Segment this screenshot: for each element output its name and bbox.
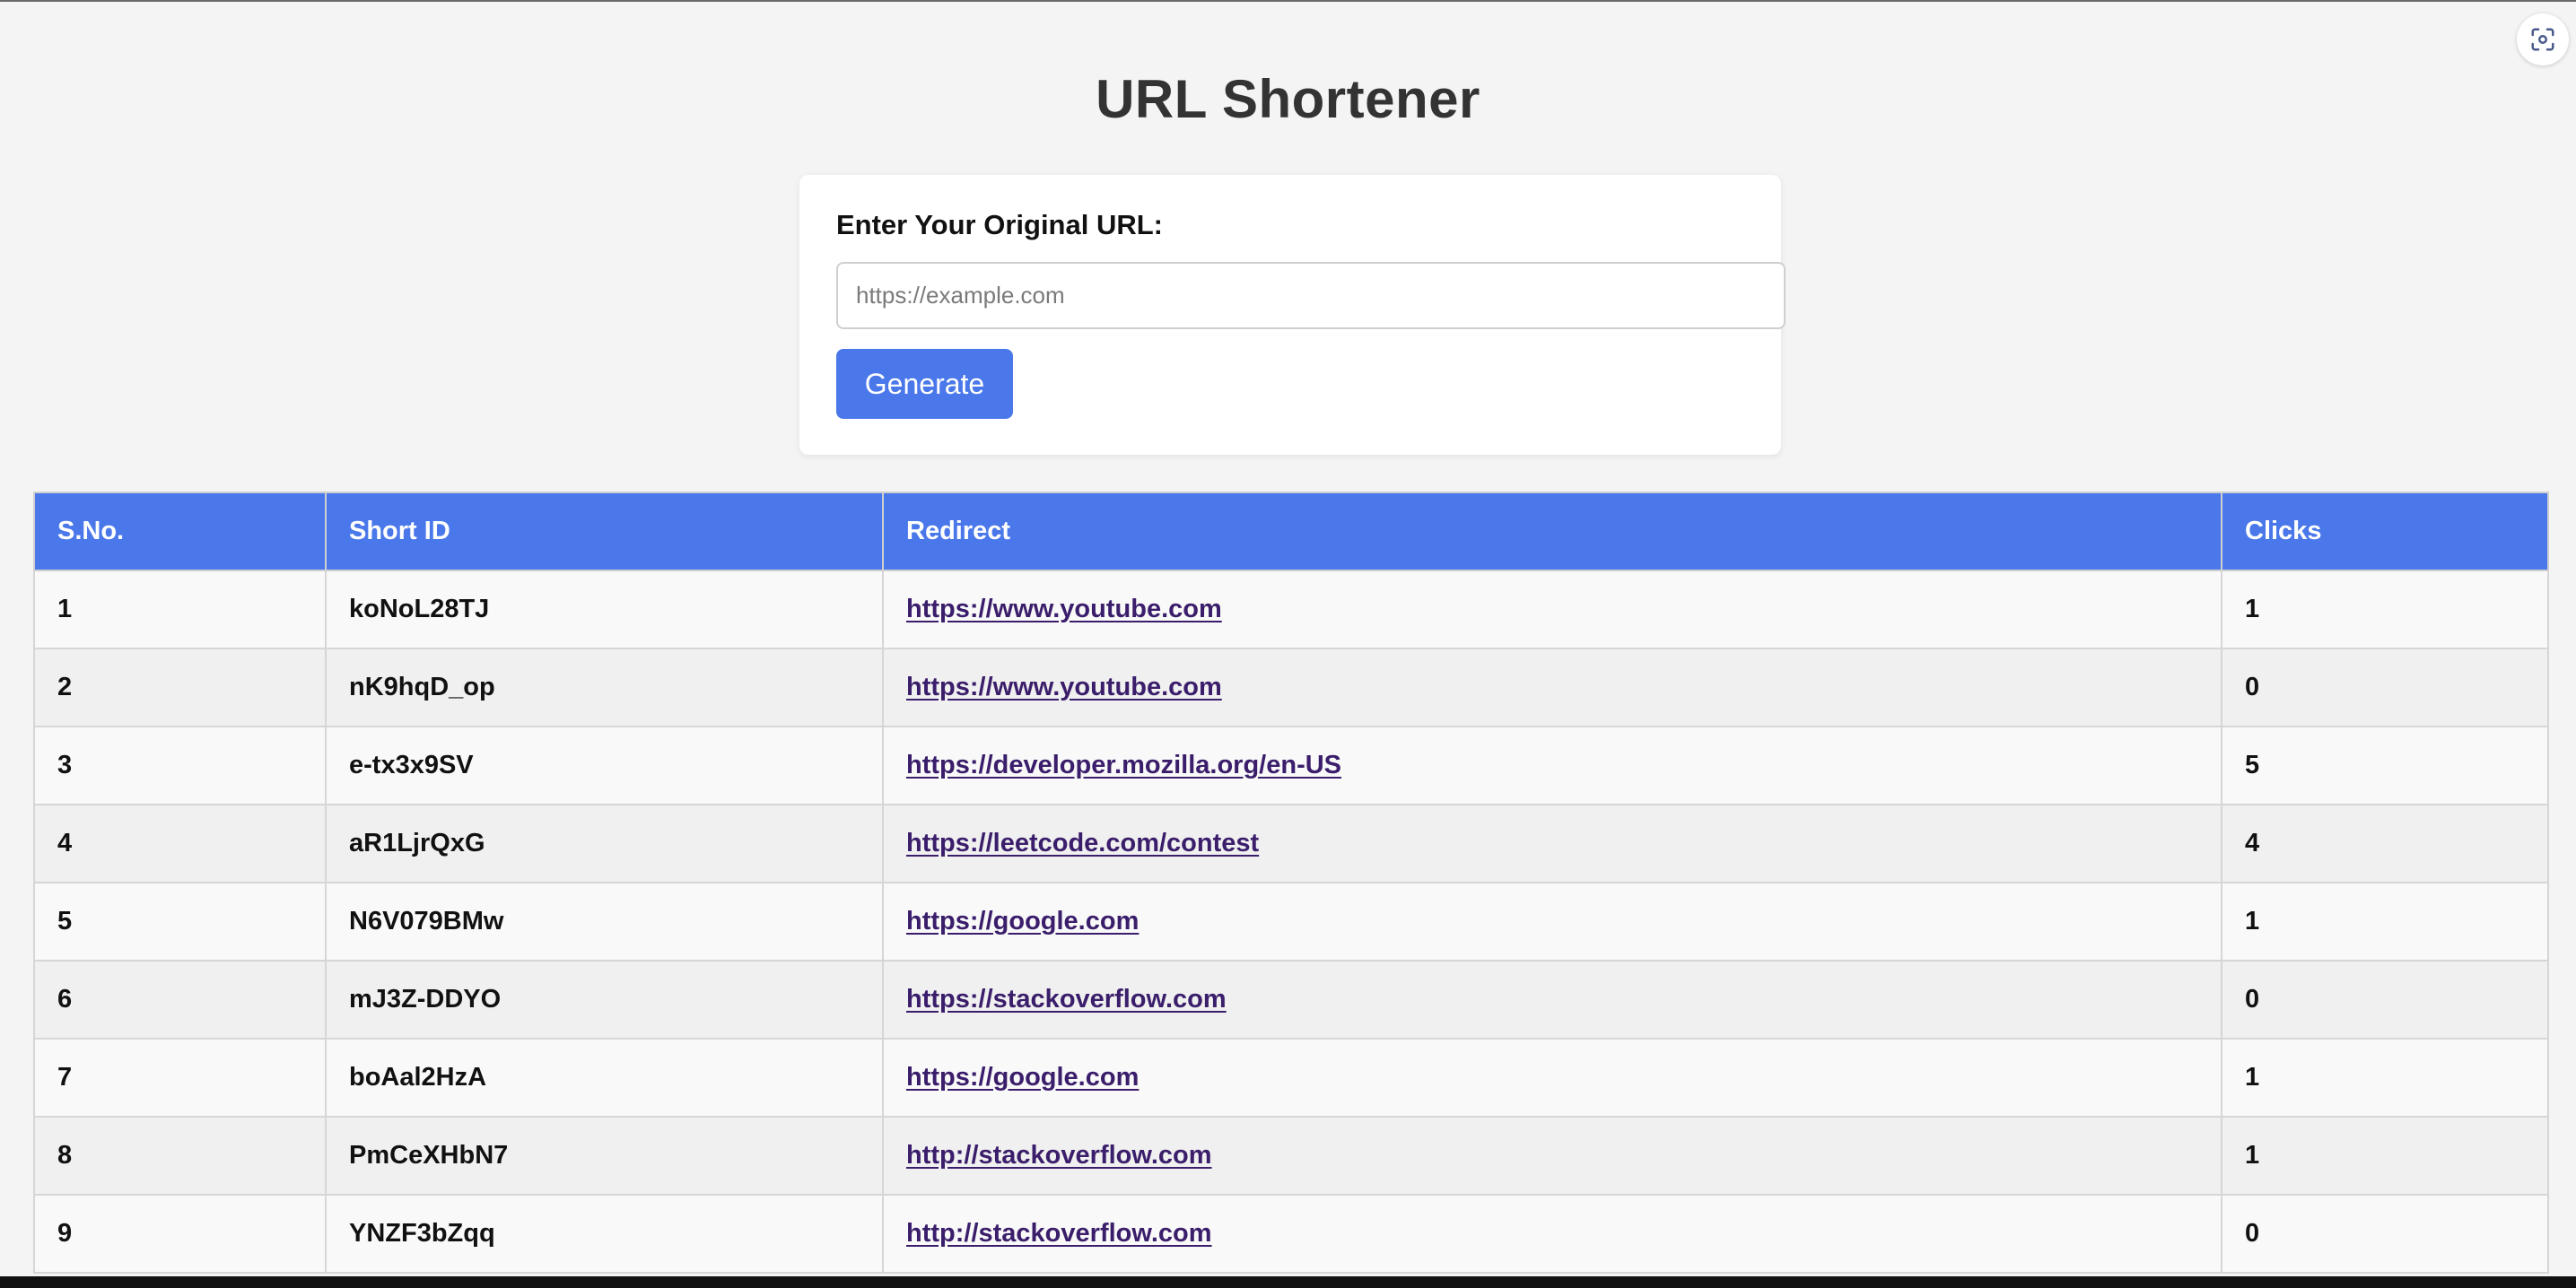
cell-short-id: nK9hqD_op bbox=[325, 648, 884, 727]
cell-short-id: mJ3Z-DDYO bbox=[325, 960, 884, 1040]
cell-sno: 1 bbox=[33, 570, 327, 649]
redirect-link[interactable]: https://www.youtube.com bbox=[906, 673, 1222, 701]
redirect-link[interactable]: https://www.youtube.com bbox=[906, 595, 1222, 623]
table-header-row: S.No. Short ID Redirect Clicks bbox=[33, 492, 2549, 571]
table-row: 6 mJ3Z-DDYO https://stackoverflow.com 0 bbox=[33, 960, 2549, 1040]
table-row: 7 boAal2HzA https://google.com 1 bbox=[33, 1038, 2549, 1118]
cell-clicks: 4 bbox=[2221, 804, 2549, 883]
table-row: 8 PmCeXHbN7 http://stackoverflow.com 1 bbox=[33, 1116, 2549, 1196]
cell-sno: 2 bbox=[33, 648, 327, 727]
header-sno: S.No. bbox=[33, 492, 327, 571]
redirect-link[interactable]: https://google.com bbox=[906, 1063, 1139, 1092]
redirect-link[interactable]: https://leetcode.com/contest bbox=[906, 829, 1259, 857]
cell-clicks: 1 bbox=[2221, 882, 2549, 962]
header-short-id: Short ID bbox=[325, 492, 884, 571]
urls-table-container: S.No. Short ID Redirect Clicks 1 koNoL28… bbox=[33, 492, 2549, 1274]
cell-redirect: https://stackoverflow.com bbox=[882, 960, 2222, 1040]
table-row: 9 YNZF3bZqq http://stackoverflow.com 0 bbox=[33, 1194, 2549, 1274]
cell-sno: 8 bbox=[33, 1116, 327, 1196]
cell-short-id: YNZF3bZqq bbox=[325, 1194, 884, 1274]
cell-redirect: https://google.com bbox=[882, 882, 2222, 962]
cell-sno: 6 bbox=[33, 960, 327, 1040]
cell-clicks: 5 bbox=[2221, 726, 2549, 805]
cell-clicks: 1 bbox=[2221, 1038, 2549, 1118]
cell-sno: 5 bbox=[33, 882, 327, 962]
url-input[interactable] bbox=[836, 262, 1786, 329]
cell-short-id: boAal2HzA bbox=[325, 1038, 884, 1118]
cell-redirect: https://www.youtube.com bbox=[882, 648, 2222, 727]
cell-sno: 7 bbox=[33, 1038, 327, 1118]
screen-capture-button[interactable] bbox=[2517, 13, 2569, 65]
table-row: 3 e-tx3x9SV https://developer.mozilla.or… bbox=[33, 726, 2549, 805]
cell-clicks: 0 bbox=[2221, 1194, 2549, 1274]
redirect-link[interactable]: https://google.com bbox=[906, 907, 1139, 936]
cell-short-id: e-tx3x9SV bbox=[325, 726, 884, 805]
cell-short-id: PmCeXHbN7 bbox=[325, 1116, 884, 1196]
cell-sno: 9 bbox=[33, 1194, 327, 1274]
cell-redirect: https://leetcode.com/contest bbox=[882, 804, 2222, 883]
urls-table: S.No. Short ID Redirect Clicks 1 koNoL28… bbox=[33, 492, 2549, 1274]
table-row: 1 koNoL28TJ https://www.youtube.com 1 bbox=[33, 570, 2549, 649]
redirect-link[interactable]: http://stackoverflow.com bbox=[906, 1141, 1212, 1170]
screen-capture-icon bbox=[2531, 28, 2554, 51]
url-form-card: Enter Your Original URL: Generate bbox=[799, 175, 1786, 455]
cell-redirect: https://google.com bbox=[882, 1038, 2222, 1118]
redirect-link[interactable]: http://stackoverflow.com bbox=[906, 1219, 1212, 1248]
cell-sno: 4 bbox=[33, 804, 327, 883]
page-title: URL Shortener bbox=[1096, 69, 1480, 129]
cell-clicks: 0 bbox=[2221, 960, 2549, 1040]
table-row: 4 aR1LjrQxG https://leetcode.com/contest… bbox=[33, 804, 2549, 883]
cell-redirect: http://stackoverflow.com bbox=[882, 1116, 2222, 1196]
cell-short-id: koNoL28TJ bbox=[325, 570, 884, 649]
table-row: 5 N6V079BMw https://google.com 1 bbox=[33, 882, 2549, 962]
cell-clicks: 0 bbox=[2221, 648, 2549, 727]
bottom-edge-bar bbox=[0, 1276, 2576, 1288]
header-redirect: Redirect bbox=[882, 492, 2222, 571]
cell-clicks: 1 bbox=[2221, 570, 2549, 649]
cell-redirect: https://www.youtube.com bbox=[882, 570, 2222, 649]
cell-sno: 3 bbox=[33, 726, 327, 805]
cell-redirect: https://developer.mozilla.org/en-US bbox=[882, 726, 2222, 805]
cell-short-id: aR1LjrQxG bbox=[325, 804, 884, 883]
url-input-label: Enter Your Original URL: bbox=[836, 209, 1163, 240]
redirect-link[interactable]: https://stackoverflow.com bbox=[906, 985, 1227, 1014]
cell-clicks: 1 bbox=[2221, 1116, 2549, 1196]
cell-redirect: http://stackoverflow.com bbox=[882, 1194, 2222, 1274]
header-clicks: Clicks bbox=[2221, 492, 2549, 571]
table-row: 2 nK9hqD_op https://www.youtube.com 0 bbox=[33, 648, 2549, 727]
generate-button[interactable]: Generate bbox=[836, 349, 1013, 419]
cell-short-id: N6V079BMw bbox=[325, 882, 884, 962]
redirect-link[interactable]: https://developer.mozilla.org/en-US bbox=[906, 751, 1341, 779]
